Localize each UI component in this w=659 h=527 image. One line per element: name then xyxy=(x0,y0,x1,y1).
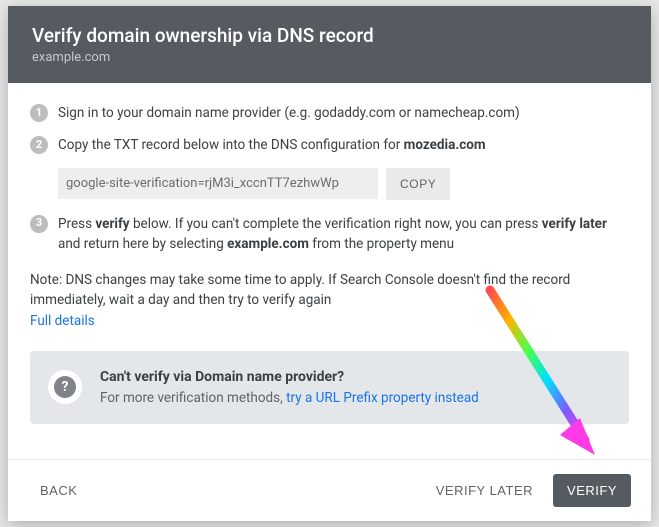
full-details-link[interactable]: Full details xyxy=(30,311,629,331)
step-3: 3 Press verify below. If you can't compl… xyxy=(30,214,629,255)
info-subtitle: For more verification methods, try a URL… xyxy=(100,388,611,408)
step-1: 1 Sign in to your domain name provider (… xyxy=(30,103,629,123)
verify-later-button[interactable]: VERIFY LATER xyxy=(424,475,545,506)
dialog-footer: BACK VERIFY LATER VERIFY xyxy=(8,459,651,521)
dialog-title: Verify domain ownership via DNS record xyxy=(32,24,627,47)
verify-ownership-dialog: Verify domain ownership via DNS record e… xyxy=(8,6,651,521)
txt-record-row: google-site-verification=rjM3i_xccnTT7ez… xyxy=(58,168,629,200)
step-number-icon: 2 xyxy=(30,136,48,154)
alt-verification-box: ? Can't verify via Domain name provider?… xyxy=(30,351,629,424)
info-title: Can't verify via Domain name provider? xyxy=(100,367,611,388)
step-2-text: Copy the TXT record below into the DNS c… xyxy=(58,135,629,155)
step-2: 2 Copy the TXT record below into the DNS… xyxy=(30,135,629,155)
verify-button[interactable]: VERIFY xyxy=(553,474,631,507)
step-number-icon: 1 xyxy=(30,104,48,122)
back-button[interactable]: BACK xyxy=(28,475,89,506)
help-icon: ? xyxy=(48,370,82,404)
step-3-text: Press verify below. If you can't complet… xyxy=(58,214,629,255)
step-number-icon: 3 xyxy=(30,215,48,233)
step-1-text: Sign in to your domain name provider (e.… xyxy=(58,103,629,123)
copy-button[interactable]: COPY xyxy=(386,168,450,200)
url-prefix-link[interactable]: try a URL Prefix property instead xyxy=(286,390,479,406)
note-text: Note: DNS changes may take some time to … xyxy=(30,270,629,311)
dialog-body: 1 Sign in to your domain name provider (… xyxy=(8,83,651,459)
dialog-subtitle: example.com xyxy=(32,50,627,65)
dialog-header: Verify domain ownership via DNS record e… xyxy=(8,6,651,83)
txt-record-field[interactable]: google-site-verification=rjM3i_xccnTT7ez… xyxy=(58,168,378,200)
